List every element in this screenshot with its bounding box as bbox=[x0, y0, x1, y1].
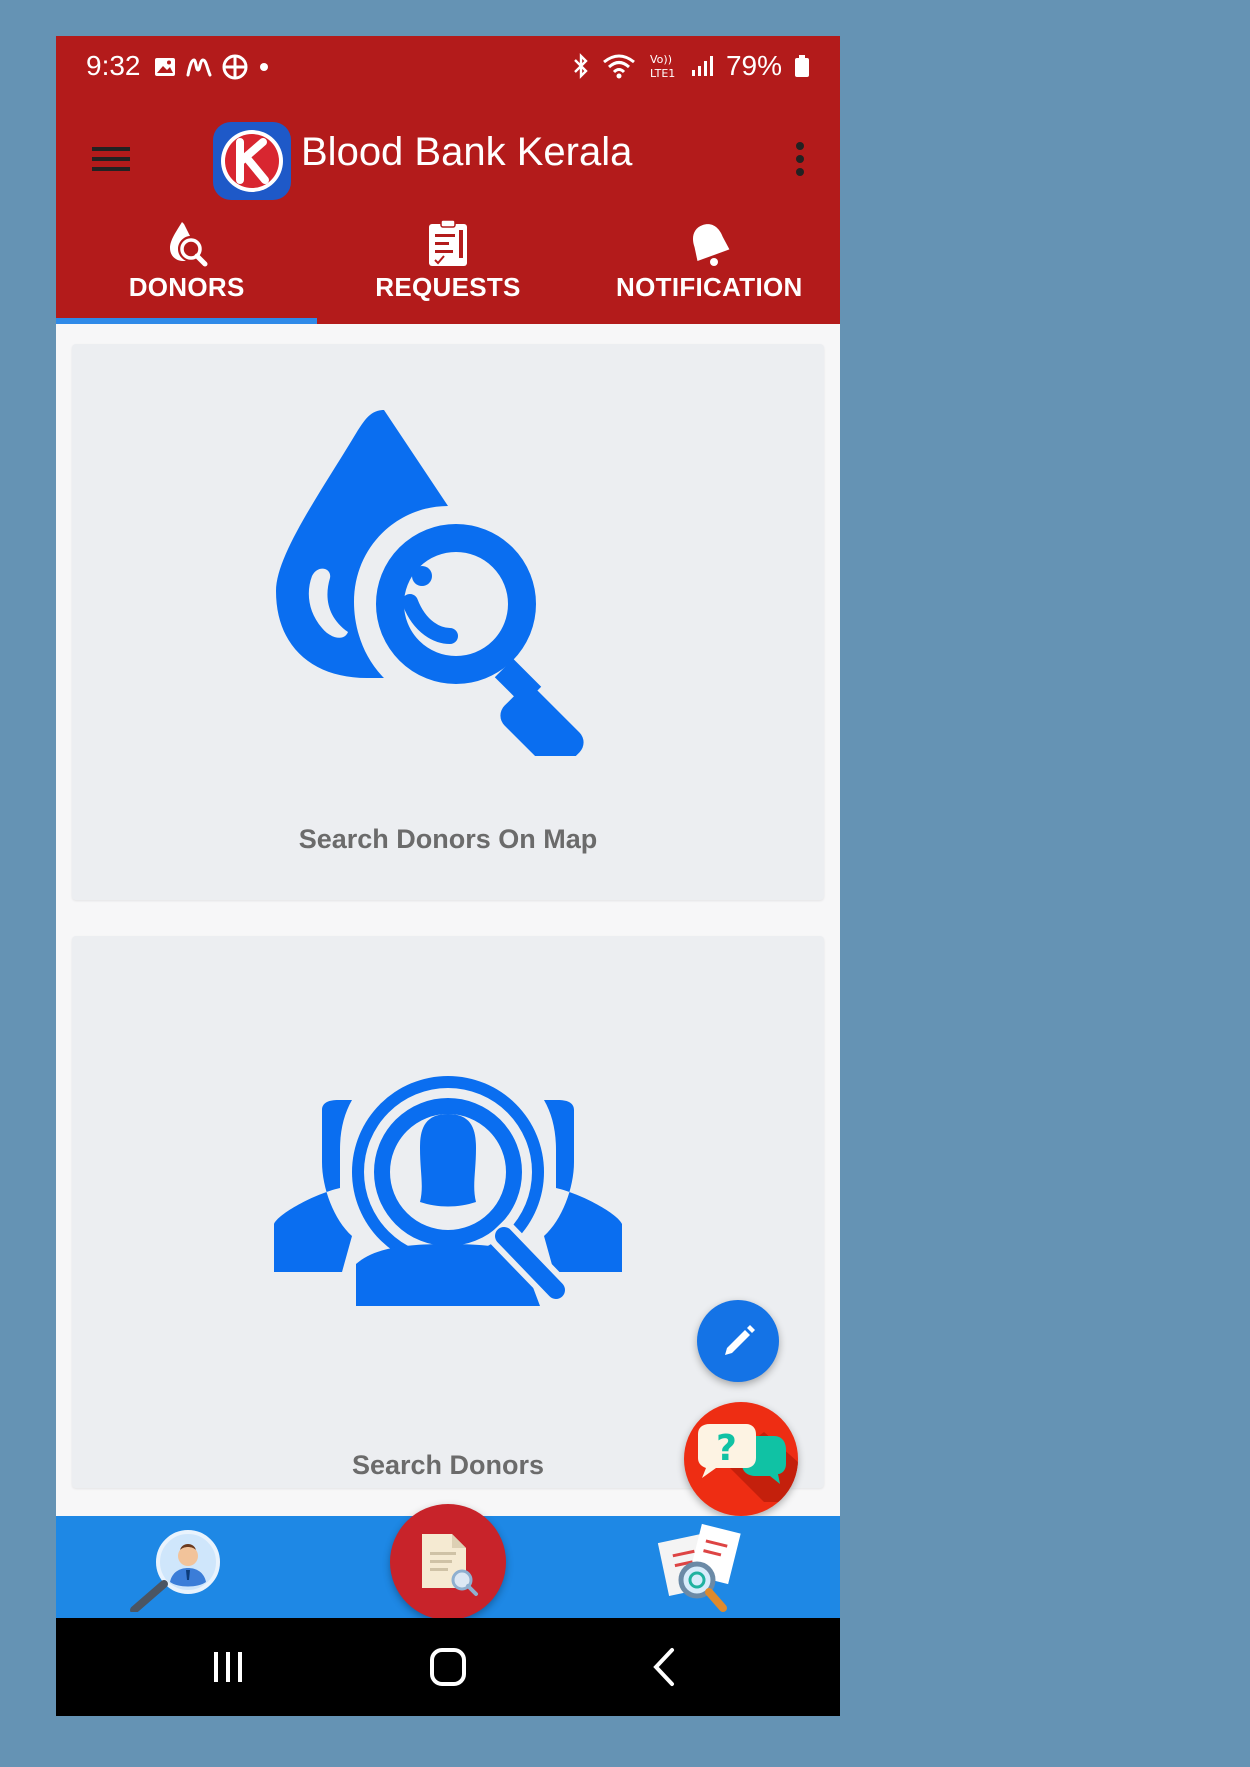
bluetooth-icon bbox=[574, 53, 588, 79]
svg-text:Vo)): Vo)) bbox=[650, 53, 672, 66]
search-donors-on-map-card[interactable]: Search Donors On Map bbox=[72, 344, 824, 900]
recent-apps-button[interactable] bbox=[198, 1642, 258, 1692]
bottom-nav-donor-search[interactable] bbox=[128, 1526, 224, 1616]
wifi-icon bbox=[603, 54, 635, 79]
back-button[interactable] bbox=[636, 1642, 696, 1692]
people-magnifier-icon bbox=[274, 1076, 622, 1306]
battery-icon bbox=[795, 55, 809, 77]
home-button[interactable] bbox=[418, 1642, 478, 1692]
clipboard-icon bbox=[428, 219, 467, 266]
help-question-mark: ? bbox=[716, 1428, 737, 1469]
gallery-icon bbox=[155, 58, 175, 76]
bottom-nav-document-search[interactable] bbox=[390, 1504, 506, 1620]
dot-icon bbox=[260, 63, 268, 71]
back-icon bbox=[653, 1648, 674, 1686]
system-status-icons: Vo)) LTE1 79% bbox=[572, 50, 810, 82]
app-title: Blood Bank Kerala bbox=[301, 130, 633, 174]
status-time: 9:32 bbox=[86, 50, 141, 81]
bell-icon bbox=[693, 224, 730, 266]
edit-fab-button[interactable] bbox=[697, 1300, 779, 1382]
app-bar: Blood Bank Kerala bbox=[56, 104, 840, 216]
recent-apps-icon bbox=[214, 1652, 242, 1682]
blood-drop-search-icon bbox=[169, 222, 208, 267]
system-navigation-bar bbox=[56, 1618, 840, 1716]
status-bar: 9:32 Vo)) LTE1 79% bbox=[56, 36, 840, 104]
home-icon bbox=[430, 1648, 466, 1686]
bottom-nav-reports[interactable] bbox=[651, 1522, 751, 1618]
battery-percent: 79% bbox=[725, 50, 782, 81]
search-donors-on-map-label: Search Donors On Map bbox=[298, 824, 598, 854]
tab-requests[interactable]: REQUESTS bbox=[317, 216, 578, 324]
hamburger-icon bbox=[92, 147, 130, 171]
hamburger-menu-button[interactable] bbox=[86, 134, 136, 184]
volte-icon: Vo)) LTE1 bbox=[650, 53, 675, 80]
signal-icon bbox=[691, 56, 713, 76]
donor-search-icon bbox=[130, 1530, 220, 1614]
tab-notification-label: NOTIFICATION bbox=[616, 272, 803, 302]
tab-donors-label: DONORS bbox=[128, 272, 245, 302]
tab-notification[interactable]: NOTIFICATION bbox=[579, 216, 840, 324]
search-donors-card[interactable]: Search Donors bbox=[72, 936, 824, 1488]
notification-icons bbox=[154, 54, 270, 80]
more-vertical-icon bbox=[796, 142, 804, 176]
tab-bar: DONORS REQUESTS NOTIFICATION bbox=[56, 216, 840, 324]
active-tab-indicator bbox=[56, 318, 317, 324]
overflow-menu-button[interactable] bbox=[790, 134, 810, 184]
document-search-icon bbox=[422, 1534, 478, 1596]
app-logo-icon bbox=[213, 122, 291, 200]
help-chat-fab-button[interactable]: ? bbox=[684, 1402, 798, 1516]
pencil-icon bbox=[725, 1325, 755, 1355]
reports-search-icon bbox=[657, 1523, 741, 1612]
tab-requests-label: REQUESTS bbox=[375, 272, 521, 302]
m-app-icon bbox=[186, 58, 212, 77]
tab-donors[interactable]: DONORS bbox=[56, 216, 317, 324]
chat-help-icon: ? bbox=[698, 1424, 798, 1502]
phone-screen: 9:32 Vo)) LTE1 79% Blood Bank Kerala DON… bbox=[56, 36, 840, 1716]
svg-text:LTE1: LTE1 bbox=[650, 67, 675, 80]
app-icon bbox=[222, 54, 248, 80]
blood-drop-magnifier-icon bbox=[276, 410, 584, 756]
